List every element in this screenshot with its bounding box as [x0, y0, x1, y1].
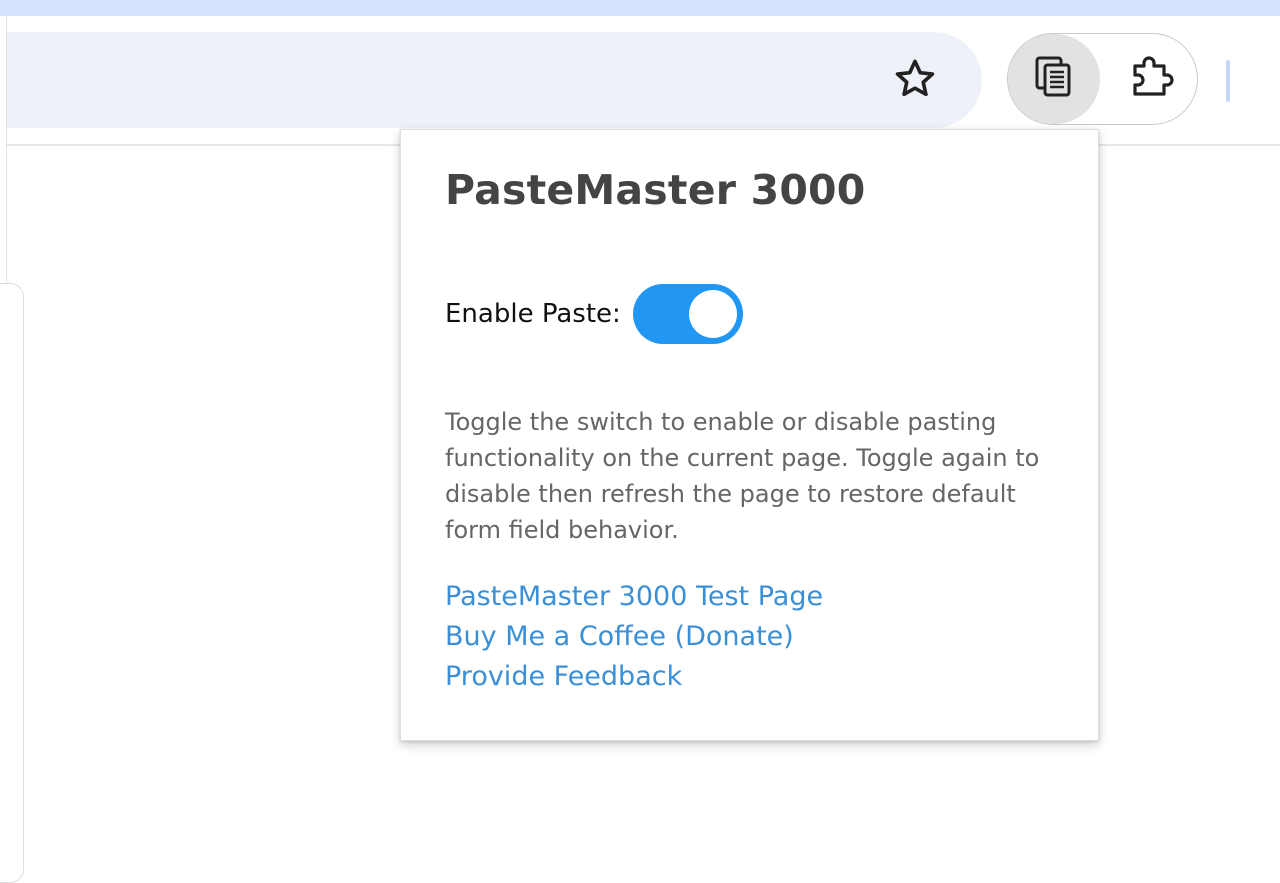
feedback-link[interactable]: Provide Feedback: [445, 657, 823, 697]
bookmark-star-button[interactable]: [888, 54, 942, 108]
browser-tab-strip: [0, 0, 1280, 16]
donate-link[interactable]: Buy Me a Coffee (Donate): [445, 617, 823, 657]
popup-title: PasteMaster 3000: [445, 166, 866, 214]
enable-paste-toggle[interactable]: [632, 284, 743, 344]
toggle-knob: [688, 290, 737, 338]
popup-description: Toggle the switch to enable or disable p…: [445, 408, 1040, 544]
address-bar[interactable]: [7, 32, 982, 128]
puzzle-piece-icon: [1128, 54, 1178, 104]
enable-paste-row: Enable Paste:: [445, 282, 743, 346]
popup-links: PasteMaster 3000 Test Page Buy Me a Coff…: [445, 577, 823, 697]
test-page-link[interactable]: PasteMaster 3000 Test Page: [445, 577, 823, 617]
pastemaster-extension-button[interactable]: [1008, 34, 1100, 124]
page-content-card: [0, 283, 24, 883]
enable-paste-label: Enable Paste:: [445, 299, 621, 329]
extensions-menu-button[interactable]: [1110, 34, 1196, 124]
toolbar-divider: [1226, 60, 1230, 102]
clipboard-copy-icon: [1034, 55, 1074, 103]
star-outline-icon: [892, 56, 938, 106]
extension-popup: PasteMaster 3000 Enable Paste: Toggle th…: [400, 129, 1099, 741]
